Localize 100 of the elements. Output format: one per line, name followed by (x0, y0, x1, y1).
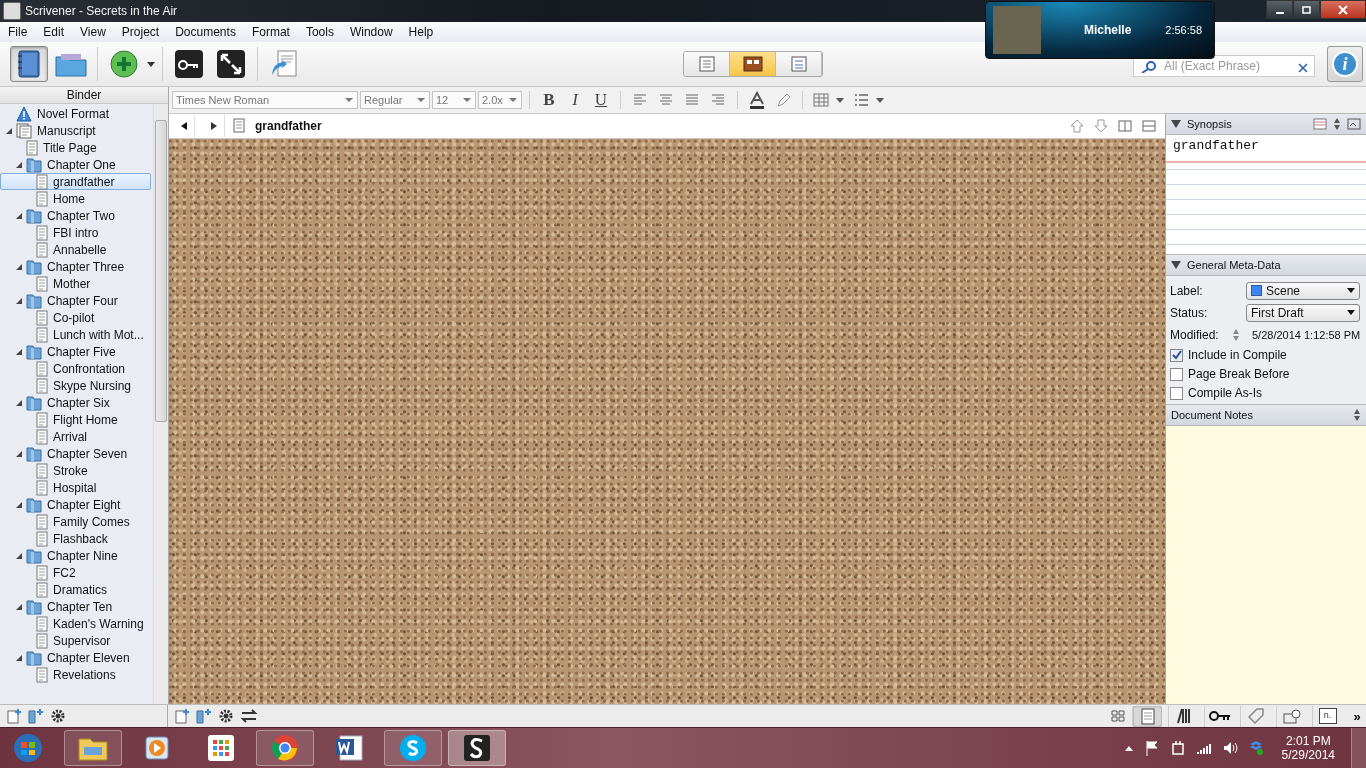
menu-item[interactable]: Help (400, 25, 442, 39)
minimize-button[interactable] (1266, 0, 1293, 19)
show-hidden-icons-icon[interactable] (1123, 744, 1134, 752)
stepper-icon[interactable] (1232, 327, 1240, 342)
browser-icon[interactable] (256, 730, 314, 766)
caret-icon[interactable] (876, 97, 884, 103)
binder-item[interactable]: Mother (0, 275, 151, 292)
binder-item[interactable]: Family Comes (0, 513, 151, 530)
search-input[interactable]: All (Exact Phrase) (1164, 59, 1294, 73)
checkbox[interactable]: Page Break Before (1170, 366, 1362, 382)
view-mode-button[interactable] (730, 52, 776, 76)
checkbox[interactable]: Compile As-Is (1170, 385, 1362, 401)
image-icon[interactable] (1347, 118, 1361, 130)
binder-item[interactable]: Chapter One (0, 156, 151, 173)
clear-icon[interactable] (1298, 63, 1308, 73)
binder-item[interactable]: Chapter Seven (0, 445, 151, 462)
menu-item[interactable]: Format (243, 25, 298, 39)
checkbox[interactable]: Include in Compile (1170, 347, 1362, 363)
menu-item[interactable]: File (0, 25, 36, 39)
binder-item[interactable]: Stroke (0, 462, 151, 479)
binder-item[interactable]: Kaden's Warning (0, 615, 151, 632)
notes-tab[interactable] (1132, 705, 1162, 727)
expand-arrow-icon[interactable] (15, 211, 23, 220)
binder-item[interactable]: Revelations (0, 666, 151, 683)
swap-arrows-icon[interactable] (240, 708, 258, 724)
font-dropdown[interactable]: Times New Roman (172, 91, 358, 109)
binder-item[interactable]: Skype Nursing (0, 377, 151, 394)
more-button[interactable]: » (1348, 708, 1366, 724)
grid-icon[interactable] (1110, 708, 1126, 724)
binder-item[interactable]: Manuscript (0, 122, 151, 139)
scrollbar[interactable] (153, 104, 168, 704)
binder-item[interactable]: Chapter Four (0, 292, 151, 309)
expand-arrow-icon[interactable] (15, 551, 23, 560)
binder-item[interactable]: Home (0, 190, 151, 207)
expand-arrow-icon[interactable] (15, 262, 23, 271)
caret-icon[interactable] (836, 97, 844, 103)
expand-arrow-icon[interactable] (15, 347, 23, 356)
expand-arrow-icon[interactable] (5, 126, 13, 135)
new-folder-icon[interactable] (196, 708, 212, 724)
binder-item[interactable]: Confrontation (0, 360, 151, 377)
binder-item[interactable]: Hospital (0, 479, 151, 496)
dropdown[interactable]: Scene (1246, 281, 1360, 300)
binder-item[interactable]: Supervisor (0, 632, 151, 649)
speaker-icon[interactable] (1221, 740, 1238, 756)
binder-item[interactable]: Chapter Three (0, 258, 151, 275)
writing-app-icon[interactable] (448, 730, 506, 766)
expand-arrow-icon[interactable] (15, 296, 23, 305)
binder-item[interactable]: Annabelle (0, 241, 151, 258)
list-icon[interactable] (852, 92, 870, 108)
binder-item[interactable]: Chapter Nine (0, 547, 151, 564)
size-dropdown[interactable]: 12 (432, 91, 476, 109)
binder-item[interactable]: Flight Home (0, 411, 151, 428)
clock-time[interactable]: 2:01 PM (1285, 734, 1331, 748)
split-horizontal-icon[interactable] (1141, 118, 1157, 134)
underline-button[interactable]: U (589, 90, 613, 110)
menu-item[interactable]: Tools (297, 25, 342, 39)
search-field[interactable]: All (Exact Phrase) (1133, 55, 1315, 77)
italic-button[interactable]: I (563, 90, 587, 110)
menu-item[interactable]: Edit (35, 25, 73, 39)
expand-arrow-icon[interactable] (15, 653, 23, 662)
new-document-icon[interactable] (174, 708, 190, 724)
binder-item[interactable]: Chapter Eight (0, 496, 151, 513)
chat-app-icon[interactable] (384, 730, 442, 766)
binder-item[interactable]: Lunch with Mot... (0, 326, 151, 343)
binder-item[interactable]: Chapter Eleven (0, 649, 151, 666)
collapse-arrow-icon[interactable] (1171, 119, 1181, 129)
clock-date[interactable]: 5/29/2014 (1281, 748, 1335, 762)
split-vertical-icon[interactable] (1117, 118, 1133, 134)
file-explorer-icon[interactable] (64, 730, 122, 766)
settings-icon[interactable] (50, 708, 66, 724)
flag-icon[interactable] (1143, 740, 1160, 756)
settings-icon[interactable] (218, 708, 234, 724)
new-folder-icon[interactable] (28, 708, 44, 724)
binder-item[interactable]: Title Page (0, 139, 151, 156)
expand-arrow-icon[interactable] (15, 449, 23, 458)
menu-item[interactable]: Documents (167, 25, 244, 39)
binder-item[interactable]: FC2 (0, 564, 151, 581)
restore-button[interactable] (1293, 0, 1320, 19)
bold-button[interactable]: B (537, 90, 561, 110)
new-document-icon[interactable] (6, 708, 22, 724)
expand-arrow-icon[interactable] (15, 398, 23, 407)
power-plug-icon[interactable] (1169, 740, 1186, 756)
binder-item[interactable]: FBI intro (0, 224, 151, 241)
menu-item[interactable]: View (72, 25, 114, 39)
caret-icon[interactable] (147, 61, 155, 67)
binder-item[interactable]: Dramatics (0, 581, 151, 598)
text-color-icon[interactable] (747, 91, 767, 109)
binder-item[interactable]: Arrival (0, 428, 151, 445)
binder-toggle-button[interactable] (10, 46, 48, 82)
table-icon[interactable] (812, 92, 830, 108)
binder-item[interactable]: grandfather (0, 173, 151, 190)
collapse-arrow-icon[interactable] (1171, 260, 1181, 270)
menu-item[interactable]: Window (341, 25, 401, 39)
stepper-icon[interactable] (1333, 117, 1341, 131)
binder-item[interactable]: Chapter Two (0, 207, 151, 224)
binder-item[interactable]: Novel Format (0, 105, 151, 122)
binder-item[interactable]: Flashback (0, 530, 151, 547)
expand-arrow-icon[interactable] (15, 500, 23, 509)
stepper-icon[interactable] (1353, 408, 1361, 422)
down-arrow-icon[interactable] (1093, 118, 1109, 134)
